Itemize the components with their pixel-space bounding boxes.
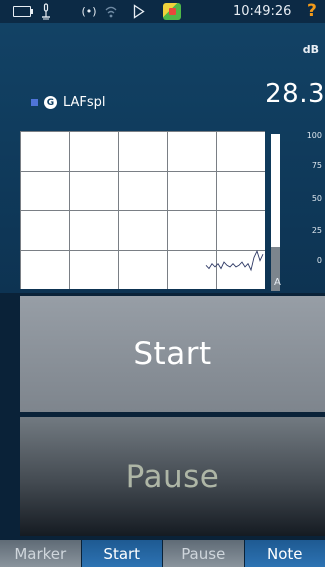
time-history-chart <box>20 131 265 289</box>
bar-tick: 25 <box>311 226 322 235</box>
series-swatch <box>31 99 38 106</box>
level-readout: 28.3 <box>265 79 325 109</box>
measurement-legend[interactable]: G LAFspl <box>31 95 106 110</box>
battery-icon <box>12 3 34 20</box>
bar-tick: 75 <box>311 161 322 170</box>
unit-label: dB <box>302 43 319 56</box>
signal-icon: (•) <box>81 5 97 18</box>
pause-button[interactable]: Pause <box>20 417 325 536</box>
bar-weighting-label: A <box>274 277 281 288</box>
weighting-icon: G <box>44 96 57 109</box>
softkey-marker[interactable]: Marker <box>0 540 81 567</box>
meter-panel: dB 28.3 G LAFspl 100 75 50 25 0 A <box>0 23 325 293</box>
play-icon[interactable] <box>131 3 147 20</box>
level-bar <box>271 134 280 291</box>
start-button[interactable]: Start <box>20 296 325 412</box>
app-icon[interactable] <box>163 3 181 20</box>
softkey-note[interactable]: Note <box>243 540 325 567</box>
help-icon[interactable]: ? <box>307 1 317 21</box>
clock: 10:49:26 <box>233 4 292 19</box>
bar-tick: 100 <box>306 131 322 140</box>
bar-tick: 0 <box>316 256 322 265</box>
softkey-bar: Marker Start Pause Note <box>0 540 325 567</box>
softkey-start[interactable]: Start <box>80 540 162 567</box>
softkey-pause[interactable]: Pause <box>162 540 244 567</box>
status-bar: (•) 10:49:26 ? <box>0 0 325 23</box>
measurement-label: LAFspl <box>63 95 106 110</box>
bar-tick: 50 <box>311 194 322 203</box>
wifi-icon <box>104 3 118 20</box>
level-trace <box>205 249 264 272</box>
microphone-icon <box>40 3 52 20</box>
